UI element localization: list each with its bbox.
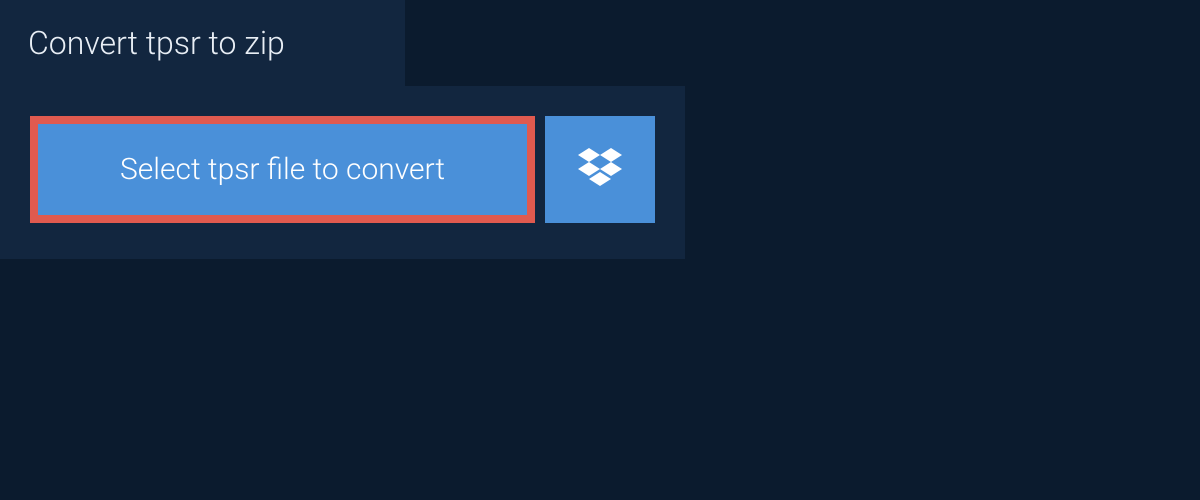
select-file-button[interactable]: Select tpsr file to convert <box>30 116 535 223</box>
dropbox-button[interactable] <box>545 116 655 223</box>
tab-header: Convert tpsr to zip <box>0 0 405 86</box>
dropbox-icon <box>578 148 622 192</box>
select-file-label: Select tpsr file to convert <box>120 152 445 187</box>
page-title: Convert tpsr to zip <box>28 24 365 62</box>
action-panel: Select tpsr file to convert <box>0 86 685 259</box>
